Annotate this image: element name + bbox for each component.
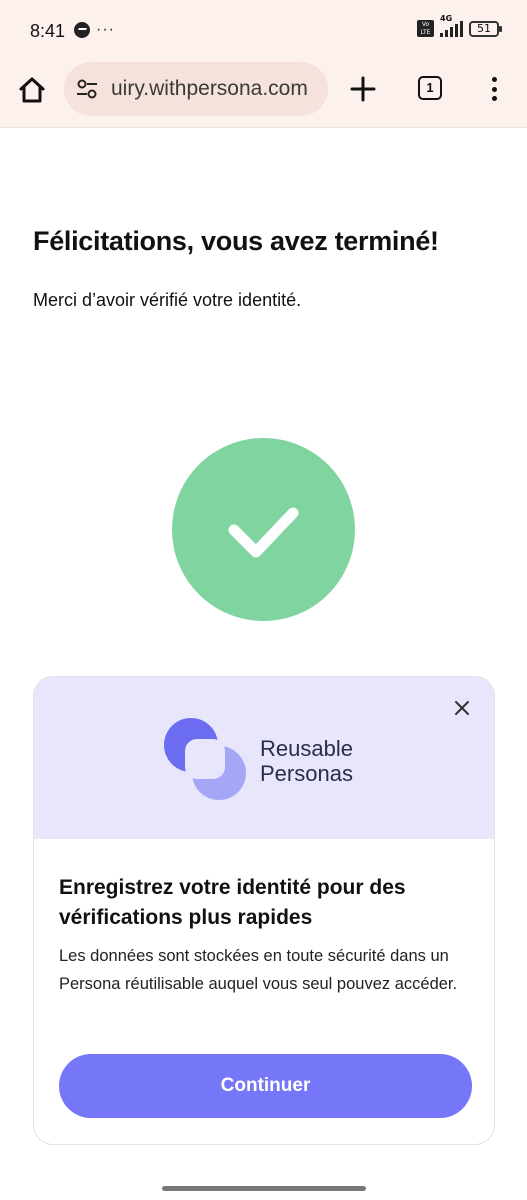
browser-toolbar: uiry.withpersona.com 1 xyxy=(0,60,527,128)
notification-icons: ··· xyxy=(74,22,115,38)
checkmark-icon xyxy=(228,507,299,558)
new-tab-button[interactable] xyxy=(348,74,378,104)
card-body-text: Les données sont stockées en toute sécur… xyxy=(59,947,458,993)
plus-icon xyxy=(350,76,376,102)
page-title: Félicitations, vous avez terminé! xyxy=(33,226,439,256)
brand-line-2: Personas xyxy=(260,761,353,786)
tabs-icon[interactable]: 1 xyxy=(418,76,442,100)
volte-icon: Vo LTE xyxy=(417,20,434,37)
card-heading: Enregistrez votre identité pour des véri… xyxy=(59,876,406,929)
status-bar: 8:41 ··· Vo LTE 4G 51 xyxy=(0,0,527,60)
system-icons: Vo LTE 4G 51 xyxy=(417,14,502,37)
site-settings-icon[interactable] xyxy=(76,78,98,100)
url-text: uiry.withpersona.com xyxy=(111,77,308,100)
home-button[interactable] xyxy=(16,74,48,106)
reusable-personas-card: Reusable Personas Enregistrez votre iden… xyxy=(33,676,495,1145)
signal-icon: 4G xyxy=(440,14,463,37)
brand-name: Reusable Personas xyxy=(260,736,353,786)
brand-line-1: Reusable xyxy=(260,736,353,761)
close-icon[interactable] xyxy=(453,699,471,717)
battery-icon: 51 xyxy=(469,20,502,37)
network-type: 4G xyxy=(440,14,453,23)
home-icon xyxy=(19,77,45,103)
more-notifications-icon: ··· xyxy=(96,21,115,38)
success-badge xyxy=(172,438,355,621)
gesture-bar[interactable] xyxy=(162,1186,366,1191)
more-vert-icon[interactable] xyxy=(484,74,504,104)
status-time: 8:41 xyxy=(30,21,66,41)
card-banner: Reusable Personas xyxy=(34,677,494,839)
address-bar[interactable]: uiry.withpersona.com xyxy=(64,62,328,116)
messenger-icon xyxy=(74,22,90,38)
page-subtitle: Merci d’avoir vérifié votre identité. xyxy=(33,290,302,310)
reusable-personas-logo-icon xyxy=(164,718,246,800)
continue-button[interactable]: Continuer xyxy=(59,1054,472,1118)
